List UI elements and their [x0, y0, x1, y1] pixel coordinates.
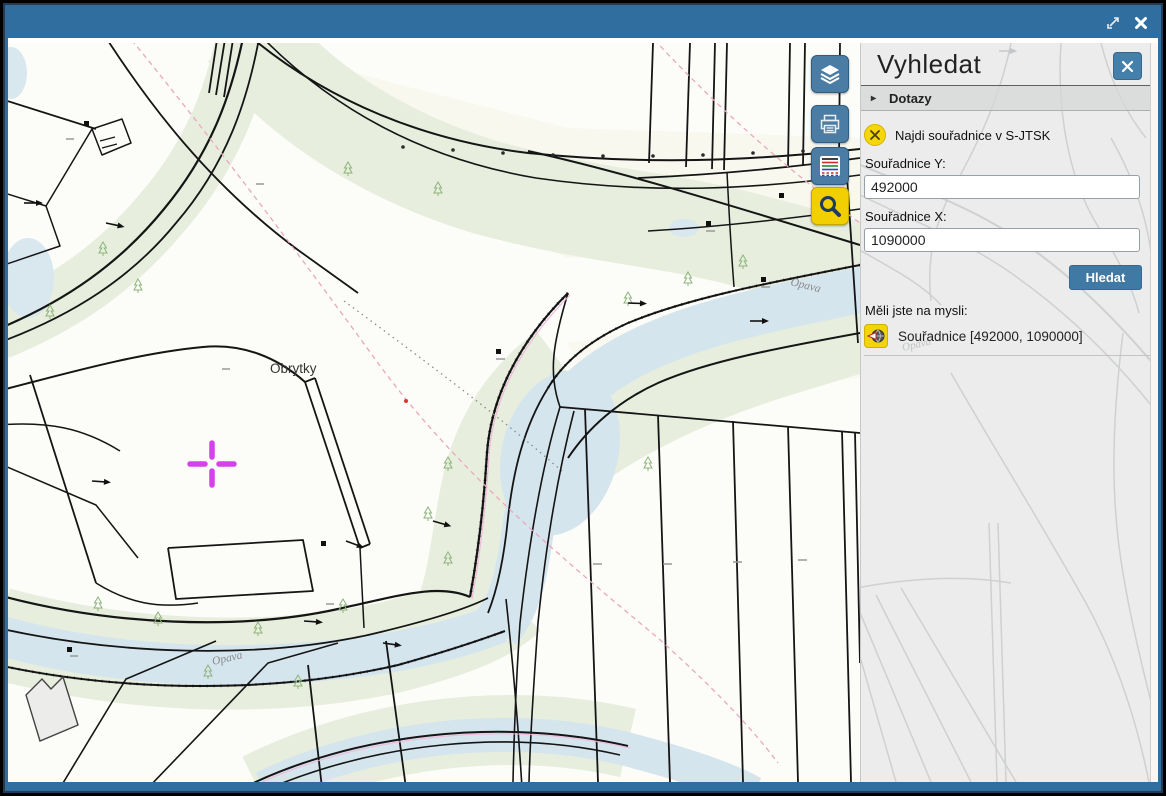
search-panel-content: Vyhledat ▸ Dotazy Najdi [861, 43, 1158, 782]
panel-scrollbar[interactable] [1150, 43, 1158, 782]
window-close-button[interactable] [1131, 14, 1151, 31]
window-frame: Obrytky Opava Opava [3, 3, 1163, 793]
coord-x-input[interactable] [864, 228, 1140, 252]
close-icon [1134, 16, 1148, 30]
queries-section-label: Dotazy [889, 91, 932, 106]
active-query-row: Najdi souřadnice v S-JTSK [864, 124, 1158, 146]
search-submit-button[interactable]: Hledat [1069, 265, 1142, 290]
legend-button[interactable] [811, 147, 849, 185]
coord-y-label: Souřadnice Y: [865, 156, 1158, 171]
panel-title: Vyhledat [877, 49, 981, 80]
panel-close-button[interactable] [1113, 52, 1142, 80]
suggestion-heading: Měli jste na mysli: [865, 303, 1158, 318]
panel-header: Vyhledat [861, 43, 1158, 80]
queries-section-header[interactable]: ▸ Dotazy [861, 85, 1158, 111]
open-in-new-window-button[interactable] [1103, 14, 1123, 31]
print-button[interactable] [811, 105, 849, 143]
screenshot-root: Obrytky Opava Opava [0, 0, 1166, 796]
place-label: Obrytky [270, 361, 317, 376]
coord-x-label: Souřadnice X: [865, 209, 1158, 224]
map-area: Obrytky Opava Opava [8, 43, 860, 782]
search-tool-button[interactable] [811, 187, 849, 225]
app-window: Obrytky Opava Opava [5, 5, 1161, 791]
layers-button[interactable] [811, 55, 849, 93]
printer-icon [818, 112, 842, 136]
coordinate-tool-icon [864, 124, 886, 146]
layers-icon [818, 62, 842, 86]
map-toolbar [811, 55, 849, 225]
coordinate-tool-label: Najdi souřadnice v S-JTSK [895, 128, 1050, 143]
window-titlebar [5, 5, 1161, 38]
coordinate-result-icon [864, 324, 888, 348]
search-panel: Opava Vyhledat ▸ Dotazy [860, 43, 1158, 782]
map-canvas[interactable]: Obrytky Opava Opava [8, 43, 860, 782]
open-in-new-icon [1105, 15, 1121, 31]
search-button-row: Hledat [861, 265, 1142, 290]
coord-y-input[interactable] [864, 175, 1140, 199]
legend-icon [817, 153, 843, 179]
content-area: Obrytky Opava Opava [8, 38, 1158, 782]
close-icon [1120, 59, 1135, 74]
suggestion-text: Souřadnice [492000, 1090000] [898, 329, 1083, 344]
magnifier-icon [817, 193, 843, 219]
chevron-right-icon: ▸ [871, 93, 876, 104]
suggestion-item[interactable]: Souřadnice [492000, 1090000] [864, 324, 1150, 356]
